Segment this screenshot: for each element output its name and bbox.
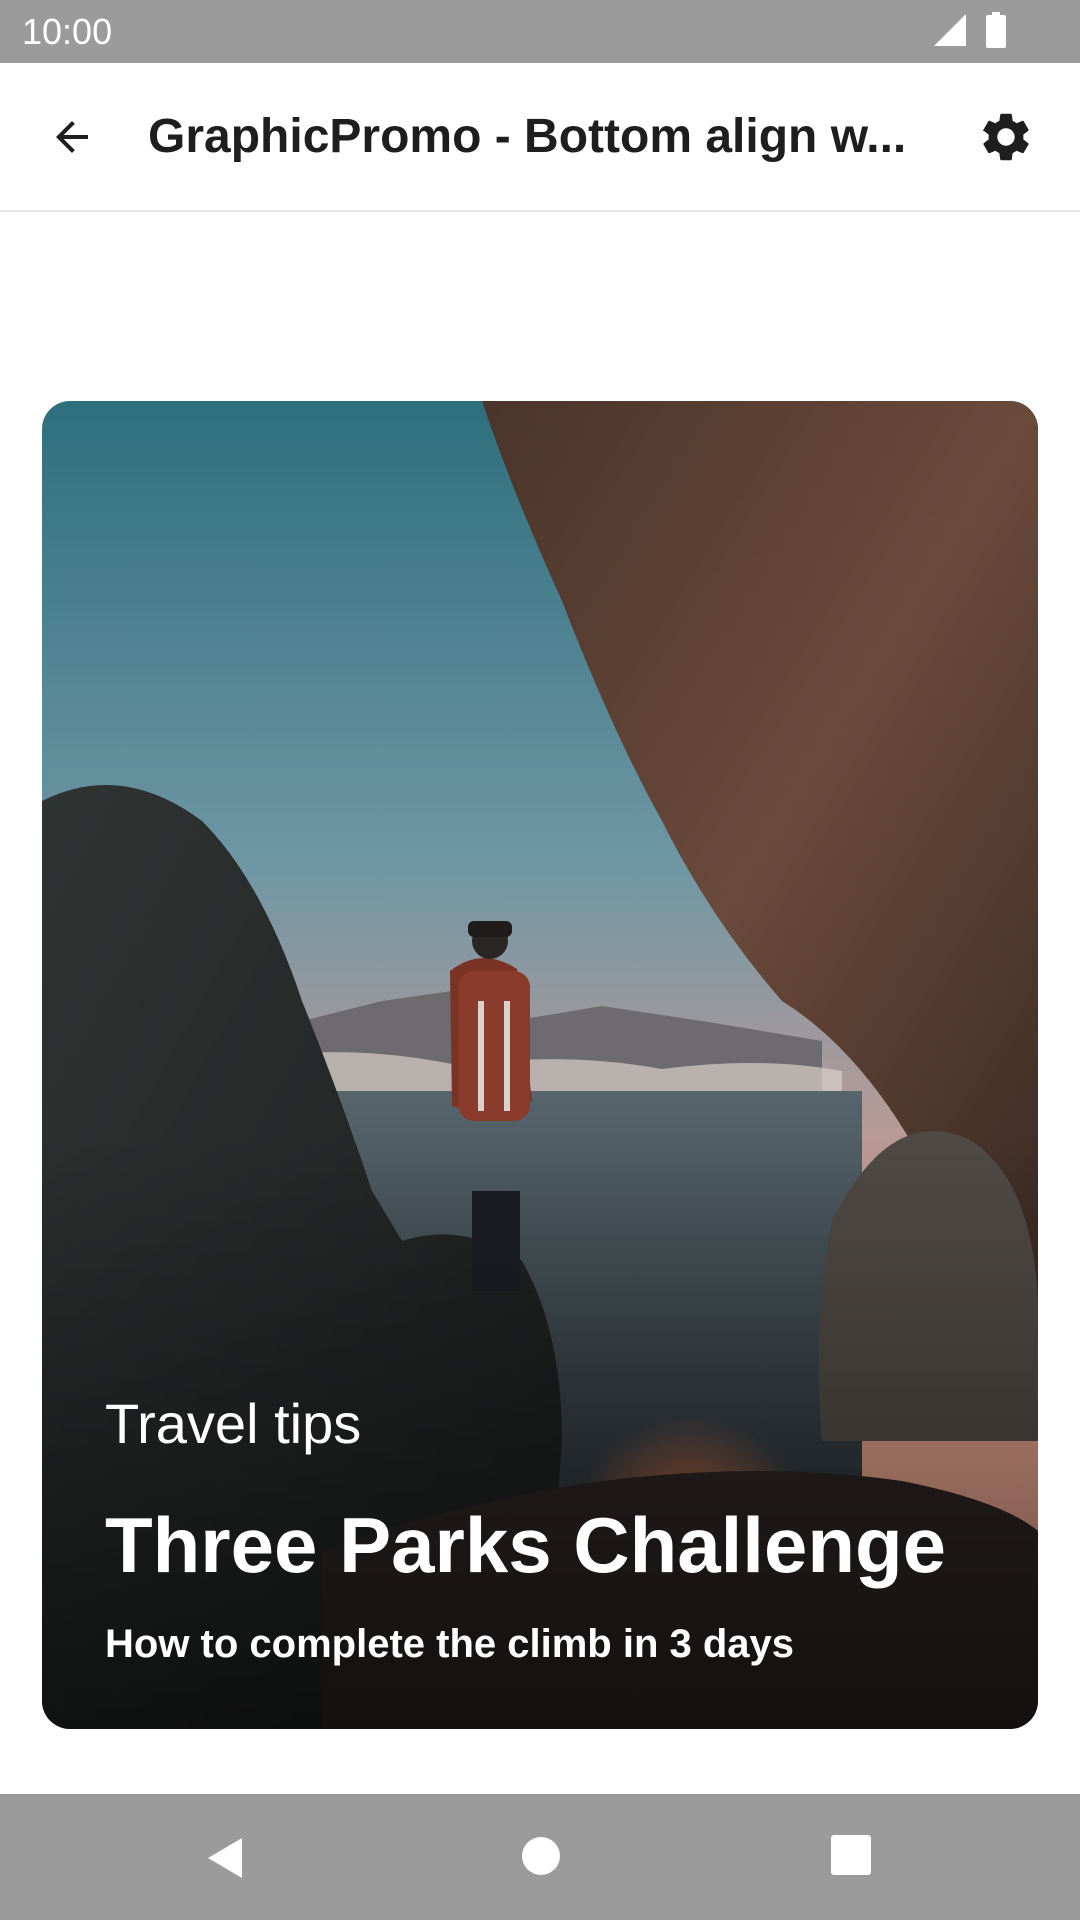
arrow-back-icon [56, 121, 88, 153]
navigation-bar [0, 1794, 1080, 1920]
gear-icon [982, 113, 1029, 161]
page-title: GraphicPromo - Bottom align w... [148, 110, 907, 163]
promo-overline: Travel tips [105, 1392, 362, 1455]
promo-card[interactable]: Travel tips Three Parks Challenge How to… [42, 401, 1038, 1729]
battery-icon [986, 12, 1006, 48]
promo-title: Three Parks Challenge [105, 1501, 947, 1589]
promo-subtitle: How to complete the climb in 3 days [105, 1622, 795, 1666]
status-bar: 10:00 [0, 0, 1080, 63]
status-time: 10:00 [22, 11, 113, 52]
app-bar: GraphicPromo - Bottom align w... [0, 63, 1080, 212]
back-button[interactable] [36, 101, 108, 173]
settings-button[interactable] [970, 101, 1042, 173]
nav-back-icon[interactable] [202, 1834, 250, 1882]
nav-recents-icon[interactable] [830, 1834, 872, 1876]
nav-home-icon[interactable] [517, 1832, 565, 1880]
signal-icon [934, 14, 966, 46]
